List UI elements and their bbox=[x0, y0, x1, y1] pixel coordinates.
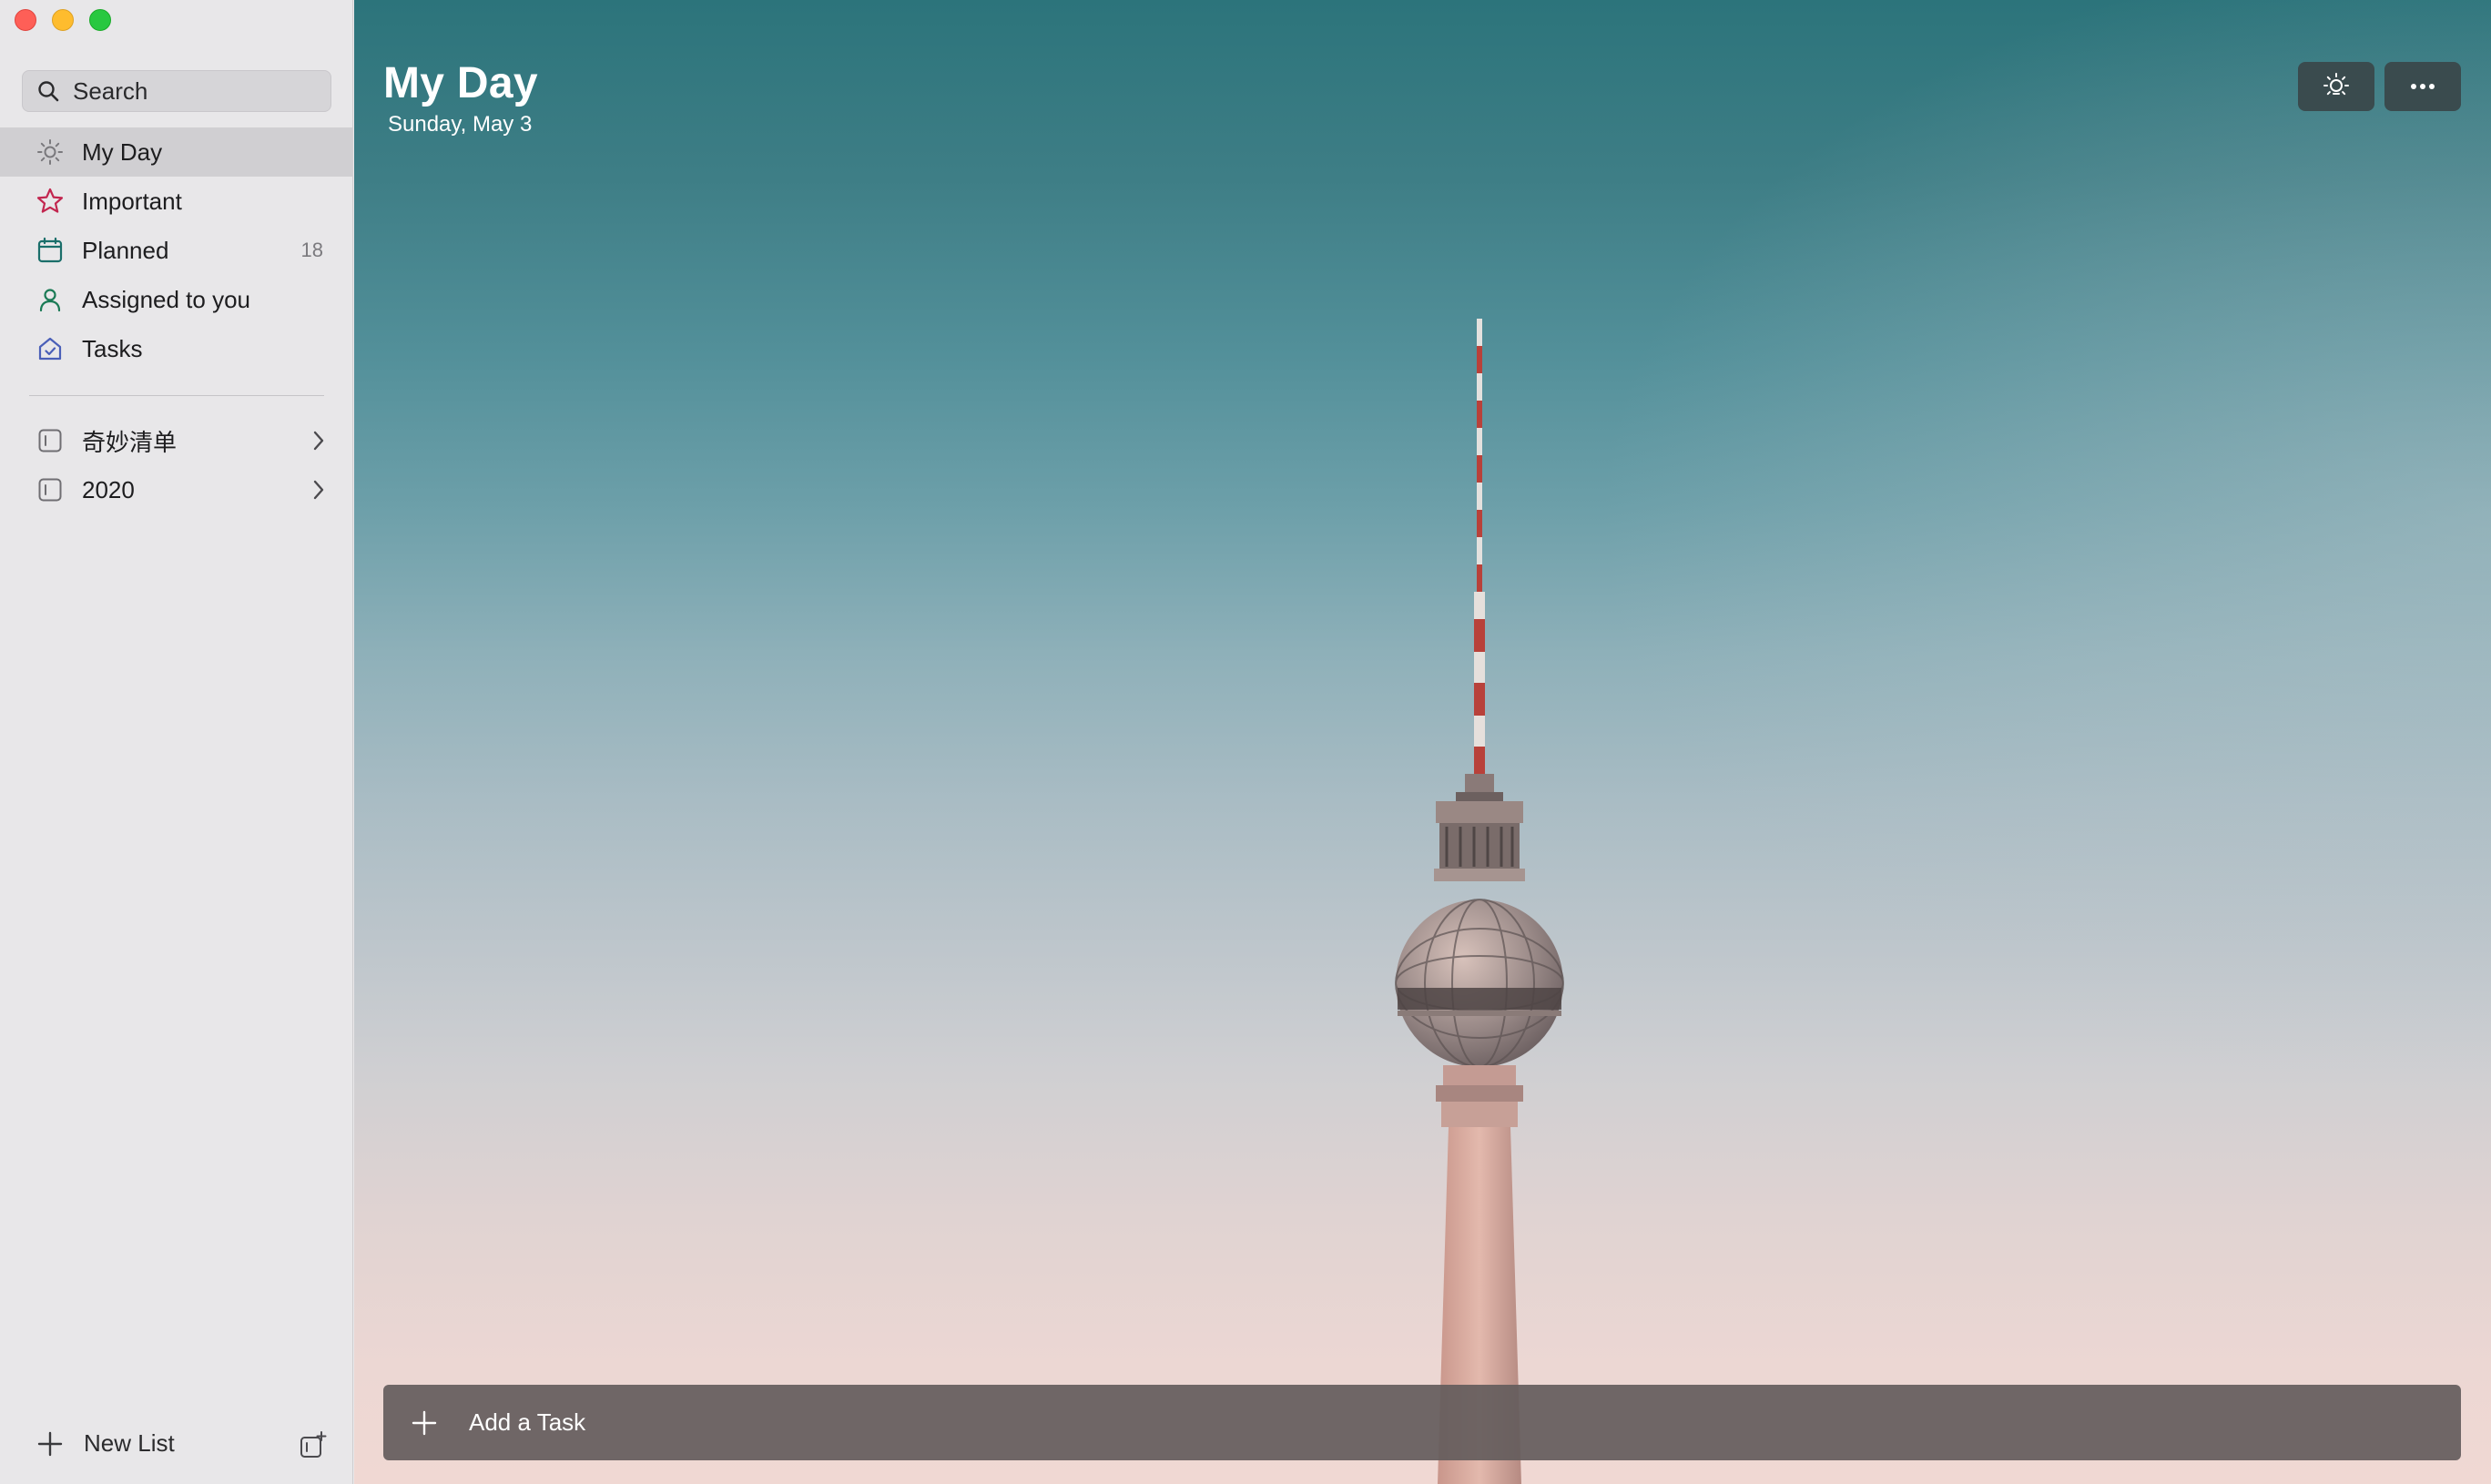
chevron-right-icon[interactable] bbox=[311, 430, 326, 456]
new-list-label: New List bbox=[84, 1429, 175, 1457]
search-box[interactable] bbox=[22, 70, 331, 112]
new-list-button[interactable]: New List bbox=[36, 1429, 175, 1458]
sidebar-item-important[interactable]: Important bbox=[0, 177, 353, 226]
chevron-right-icon[interactable] bbox=[311, 479, 326, 505]
smart-lists: My Day Important Planned 18 Assigned to … bbox=[0, 127, 353, 514]
plus-icon bbox=[412, 1410, 437, 1435]
sidebar-item-assigned[interactable]: Assigned to you bbox=[0, 275, 353, 324]
sidebar-item-label: Planned bbox=[82, 236, 169, 264]
lightbulb-icon bbox=[2323, 73, 2349, 96]
sidebar: My Day Important Planned 18 bbox=[0, 0, 353, 1484]
sun-icon bbox=[35, 137, 66, 168]
suggestions-button[interactable] bbox=[2298, 62, 2374, 111]
sidebar-group-item[interactable]: 2020 bbox=[0, 465, 353, 514]
add-task-bar[interactable]: Add a Task bbox=[383, 1385, 2461, 1460]
sidebar-item-label: Important bbox=[82, 187, 182, 215]
sidebar-item-label: Assigned to you bbox=[82, 285, 251, 313]
zoom-window-button[interactable] bbox=[89, 9, 111, 31]
new-group-icon[interactable] bbox=[299, 1431, 328, 1465]
sidebar-item-label: My Day bbox=[82, 137, 163, 166]
person-icon bbox=[35, 284, 66, 315]
search-icon bbox=[38, 81, 59, 102]
sidebar-item-label: Tasks bbox=[82, 334, 143, 362]
sidebar-item-tasks[interactable]: Tasks bbox=[0, 324, 353, 373]
sidebar-item-planned[interactable]: Planned 18 bbox=[0, 226, 353, 275]
sidebar-divider bbox=[29, 395, 324, 396]
sidebar-item-my-day[interactable]: My Day bbox=[0, 127, 353, 177]
ellipsis-icon bbox=[2411, 84, 2435, 89]
planned-count: 18 bbox=[300, 239, 323, 261]
sidebar-item-label: 奇妙清单 bbox=[82, 428, 178, 456]
background-tower-image bbox=[1395, 319, 1564, 1484]
group-icon bbox=[35, 474, 66, 505]
sidebar-group-item[interactable]: 奇妙清单 bbox=[0, 416, 353, 465]
calendar-icon bbox=[35, 235, 66, 266]
window-controls bbox=[15, 9, 111, 31]
add-task-label: Add a Task bbox=[469, 1408, 586, 1436]
search-input[interactable] bbox=[73, 76, 310, 106]
more-options-button[interactable] bbox=[2384, 62, 2461, 111]
sidebar-footer: New List bbox=[0, 1411, 353, 1484]
my-day-view: My Day Sunday, May 3 Add a Task bbox=[354, 0, 2491, 1484]
plus-icon bbox=[37, 1431, 63, 1456]
star-icon bbox=[35, 186, 66, 217]
home-icon bbox=[35, 333, 66, 364]
minimize-window-button[interactable] bbox=[52, 9, 74, 31]
group-icon bbox=[35, 425, 66, 456]
close-window-button[interactable] bbox=[15, 9, 36, 31]
page-date: Sunday, May 3 bbox=[388, 112, 533, 137]
page-title: My Day bbox=[383, 59, 538, 107]
sidebar-item-label: 2020 bbox=[82, 475, 135, 503]
